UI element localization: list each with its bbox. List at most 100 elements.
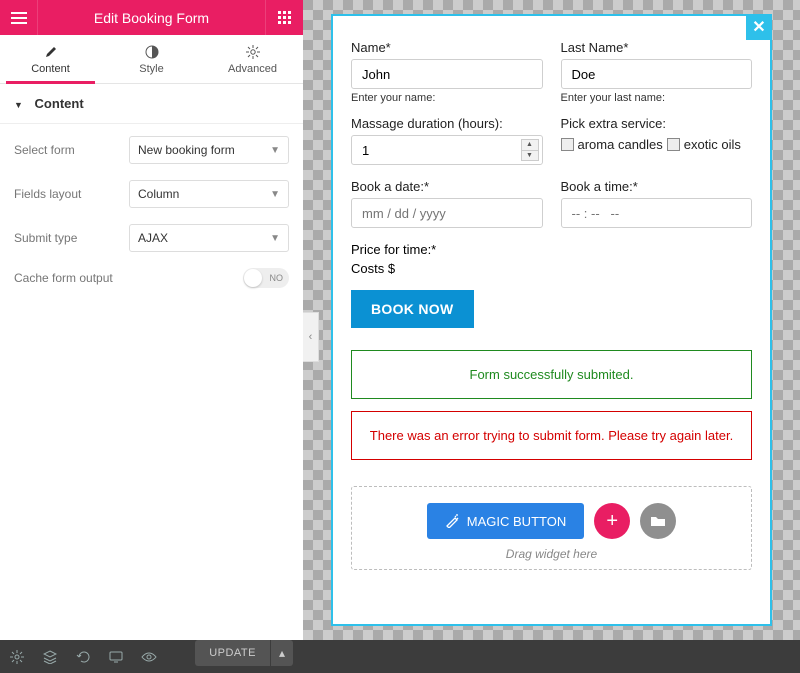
col-time: Book a time:* [561,179,753,228]
apps-button[interactable] [265,0,303,35]
checkbox-aroma[interactable]: aroma candles [561,137,663,152]
close-icon: ✕ [752,17,765,37]
name-input[interactable] [351,59,543,89]
hamburger-icon [11,12,27,24]
widget-preview: ✕ Name* Enter your name: Last Name* Ente… [331,14,772,626]
message-success: Form successfully submited. [351,350,752,399]
control-cache: Cache form output NO [0,260,303,296]
checkbox-icon [667,138,680,151]
date-label: Book a date:* [351,179,543,194]
select-form-dropdown[interactable]: New booking form ▼ [129,136,289,164]
update-button[interactable]: UPDATE [195,640,270,666]
magic-label: MAGIC BUTTON [467,514,566,529]
last-input[interactable] [561,59,753,89]
book-now-button[interactable]: BOOK NOW [351,290,474,328]
responsive-button[interactable] [99,640,132,673]
pencil-icon [44,45,58,59]
preview-button[interactable] [132,640,165,673]
header-title: Edit Booking Form [94,10,209,26]
settings-button[interactable] [0,640,33,673]
chevron-down-icon: ▼ [270,189,280,200]
control-fields-layout: Fields layout Column ▼ [0,172,303,216]
folder-icon [650,514,666,528]
chevron-up-icon: ▴ [279,646,285,660]
navigator-button[interactable] [33,640,66,673]
price-block: Price for time:* Costs $ [351,242,752,276]
drag-hint: Drag widget here [362,547,741,561]
duration-spinner[interactable]: ▲▼ [521,139,539,161]
eye-icon [141,650,157,664]
select-form-label: Select form [14,143,129,157]
chevron-left-icon: ‹ [309,331,313,343]
time-input[interactable] [561,198,753,228]
checkbox-icon [561,138,574,151]
name-label: Name* [351,40,543,55]
monitor-icon [109,650,123,664]
duration-input[interactable] [351,135,543,165]
plus-icon: + [606,510,618,533]
duration-label: Massage duration (hours): [351,116,543,131]
history-button[interactable] [66,640,99,673]
chevron-down-icon: ▼ [270,145,280,156]
folder-button[interactable] [640,503,676,539]
submit-type-label: Submit type [14,231,129,245]
canvas: ✕ Name* Enter your name: Last Name* Ente… [303,0,800,640]
last-label: Last Name* [561,40,753,55]
checkbox-exotic[interactable]: exotic oils [667,137,741,152]
select-form-value: New booking form [138,143,235,157]
tab-style-label: Style [139,63,163,75]
add-widget-button[interactable]: + [594,503,630,539]
sidebar-collapse-handle[interactable]: ‹ [303,312,319,362]
toggle-knob [244,269,262,287]
section-content-header[interactable]: Content [0,84,303,124]
section-title: Content [35,96,84,111]
tab-content-label: Content [31,63,70,75]
undo-icon [76,650,90,664]
fields-layout-label: Fields layout [14,187,129,201]
wand-icon [445,514,459,528]
col-extras: Pick extra service: aroma candles exotic… [561,116,753,165]
col-duration: Massage duration (hours): ▲▼ [351,116,543,165]
submit-type-value: AJAX [138,231,168,245]
aroma-label: aroma candles [578,137,663,152]
control-submit-type: Submit type AJAX ▼ [0,216,303,260]
menu-button[interactable] [0,0,38,35]
close-button[interactable]: ✕ [746,14,772,40]
exotic-label: exotic oils [684,137,741,152]
widget-dropzone[interactable]: MAGIC BUTTON + Drag widget here [351,486,752,570]
fields-layout-dropdown[interactable]: Column ▼ [129,180,289,208]
chevron-down-icon: ▼ [270,233,280,244]
tab-style[interactable]: Style [101,35,202,83]
cache-label: Cache form output [14,271,129,285]
control-select-form: Select form New booking form ▼ [0,128,303,172]
editor-tabs: Content Style Advanced [0,35,303,84]
message-error: There was an error trying to submit form… [351,411,752,460]
fields-layout-value: Column [138,187,179,201]
grid-icon [278,11,292,25]
last-hint: Enter your last name: [561,92,753,104]
price-label: Price for time:* [351,242,752,257]
cache-toggle[interactable]: NO [243,268,289,288]
submit-type-dropdown[interactable]: AJAX ▼ [129,224,289,252]
contrast-icon [145,45,159,59]
tab-content[interactable]: Content [0,35,101,83]
price-value: Costs $ [351,261,752,276]
date-input[interactable] [351,198,543,228]
gear-icon [246,45,260,59]
gear-icon [10,650,24,664]
extras-label: Pick extra service: [561,116,753,131]
col-name: Name* Enter your name: [351,40,543,104]
tab-advanced[interactable]: Advanced [202,35,303,83]
update-menu-button[interactable]: ▴ [271,640,293,666]
col-date: Book a date:* [351,179,543,228]
col-last: Last Name* Enter your last name: [561,40,753,104]
cache-value: NO [270,273,284,283]
tab-advanced-label: Advanced [228,63,277,75]
sidebar-header: Edit Booking Form [0,0,303,35]
editor-sidebar: Edit Booking Form Content Style Advanced… [0,0,303,640]
booking-form: Name* Enter your name: Last Name* Enter … [333,16,770,338]
time-label: Book a time:* [561,179,753,194]
spin-up-icon: ▲ [522,140,538,151]
magic-button[interactable]: MAGIC BUTTON [427,503,584,539]
spin-down-icon: ▼ [522,151,538,161]
